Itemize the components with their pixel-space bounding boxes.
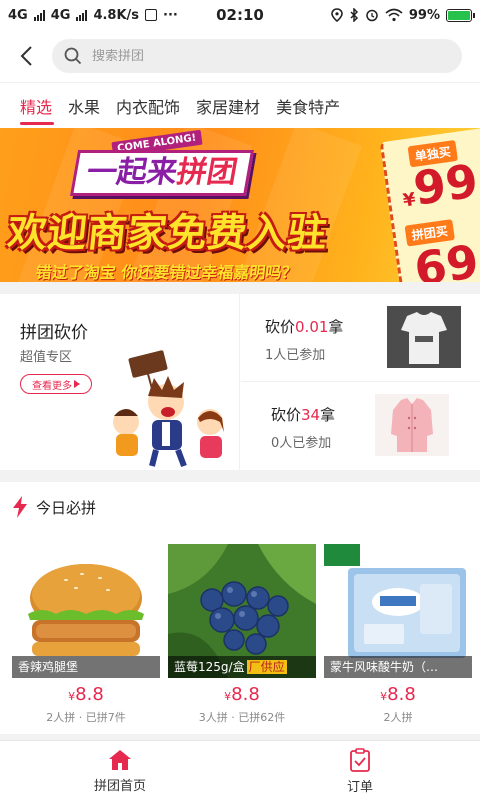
product-meta: 3人拼 · 已拼62件 [198,711,286,724]
bargain-item[interactable]: 砍价0.01拿 1人已参加 [241,294,480,382]
bargain-item-suffix: 拿 [328,318,344,336]
product-card[interactable]: 蓝莓125g/盒 厂供应 ¥8.8 3人拼 · 已拼62件 [168,544,316,725]
product-tag: 厂供应 [246,660,287,674]
product-meta: 2人拼 [383,711,413,724]
today-header: 今日必拼 [0,482,480,532]
status-left: 4G 4G 4.8K/s ··· [8,8,178,23]
banner-title: 一起来拼团 [69,150,255,196]
product-name: 香辣鸡腿堡 [12,656,160,678]
today-section: 今日必拼 香辣鸡腿堡 ¥8.8 2人拼 · 已拼7件 蓝莓125g/盒 厂供应 … [0,482,480,734]
more-status: ··· [163,7,178,23]
product-name-text: 蓝莓125g/盒 [174,660,245,674]
status-bar: 4G 4G 4.8K/s ··· 02:10 99% [0,0,480,30]
today-title: 今日必拼 [36,498,97,517]
product-price: ¥8.8 [168,684,316,705]
bargain-item-suffix: 拿 [320,406,336,424]
bargain-item-prefix: 砍价 [265,318,296,336]
bargain-section: 拼团砍价 超值专区 查看更多 砍价0.01拿 1人已参加 砍价34拿 0人已参加 [0,294,480,470]
view-more-button[interactable]: 查看更多 [20,374,92,394]
banner-headline: 欢迎商家免费入驻 [5,211,331,256]
signal-icon [33,9,45,21]
tab-fruit[interactable]: 水果 [68,83,116,128]
nav-home-label: 拼团首页 [93,778,146,794]
battery-icon [446,8,475,22]
location-icon [331,8,343,22]
product-price: ¥8.8 [324,684,472,705]
product-price: ¥8.8 [12,684,160,705]
bargain-zone-card[interactable]: 拼团砍价 超值专区 查看更多 [0,294,240,470]
product-price-value: 8.8 [75,684,104,705]
product-image: 蓝莓125g/盒 厂供应 [168,544,316,678]
search-input[interactable] [92,48,392,64]
bargain-item[interactable]: 砍价34拿 0人已参加 [241,382,480,470]
tshirt-product-image [387,306,461,368]
product-name: 蓝莓125g/盒 厂供应 [168,656,316,678]
bargain-item-title: 砍价34拿 [271,404,335,425]
home-icon [109,749,131,770]
product-card[interactable]: 蒙牛风味酸牛奶（… ¥8.8 2人拼 [324,544,472,725]
bargain-item-price: 0.01 [295,318,329,336]
nav-orders-label: 订单 [346,779,373,795]
banner-title-a: 一起来 [84,155,181,190]
network-speed: 4.8K/s [93,7,140,23]
battery-percent: 99% [408,7,440,23]
search-box[interactable] [52,39,462,73]
promo-banner[interactable]: COME ALONG! 一起来拼团 欢迎商家免费入驻 错过了淘宝 你还要错过幸福… [0,128,480,282]
product-list: 香辣鸡腿堡 ¥8.8 2人拼 · 已拼7件 蓝莓125g/盒 厂供应 ¥8.8 … [12,544,472,725]
product-image: 蒙牛风味酸牛奶（… [324,544,472,678]
ticket-price-group: 69 [410,234,480,282]
price-ticket: 单独买 ¥99 拼团买 69 [379,128,480,282]
lightning-icon [13,496,27,518]
product-meta: 2人拼 · 已拼7件 [46,711,126,724]
ticket-price-solo-value: 99 [410,153,480,216]
tab-food-specialty[interactable]: 美食特产 [276,83,356,128]
wifi-icon [385,8,403,22]
notification-icon [145,9,158,21]
tab-featured[interactable]: 精选 [0,83,68,128]
bargain-item-title: 砍价0.01拿 [265,316,343,337]
bottom-nav: 拼团首页 订单 [0,740,480,800]
ticket-price-solo: ¥99 [398,153,480,217]
banner-subline: 错过了淘宝 你还要错过幸福嘉明吗？ [34,263,299,282]
nav-orders[interactable]: 订单 [240,741,480,800]
product-card[interactable]: 香辣鸡腿堡 ¥8.8 2人拼 · 已拼7件 [12,544,160,725]
arrow-right-icon [74,380,80,388]
tab-underwear[interactable]: 内衣配饰 [116,83,196,128]
category-tabs: 精选 水果 内衣配饰 家居建材 美食特产 [0,82,480,128]
back-button[interactable] [0,30,52,82]
pink-coat-product-image [375,394,449,456]
tab-home-building[interactable]: 家居建材 [196,83,276,128]
signal-icon-2 [76,9,88,21]
product-price-value: 8.8 [387,684,416,705]
product-name: 蒙牛风味酸牛奶（… [324,656,472,678]
view-more-label: 查看更多 [32,380,72,392]
bargain-item-count: 0人已参加 [271,436,332,451]
status-right: 99% [331,7,475,23]
bargain-item-prefix: 砍价 [271,406,302,424]
chevron-left-icon [20,46,32,66]
banner-title-b: 拼团 [174,155,241,190]
clipboard-check-icon [350,747,370,772]
bargain-subtitle: 超值专区 [20,350,73,365]
bargain-item-price: 34 [301,406,321,424]
bargain-title: 拼团砍价 [20,323,88,343]
product-image: 香辣鸡腿堡 [12,544,160,678]
network-label: 4G [8,7,28,23]
network-label-2: 4G [50,7,71,23]
product-price-value: 8.8 [231,684,260,705]
search-icon [64,47,82,65]
bluetooth-icon [350,8,358,22]
cartoon-crowd-illustration [113,350,224,468]
bargain-item-count: 1人已参加 [265,348,326,363]
search-header [0,30,480,82]
alarm-icon [366,9,378,22]
nav-home[interactable]: 拼团首页 [0,741,240,800]
